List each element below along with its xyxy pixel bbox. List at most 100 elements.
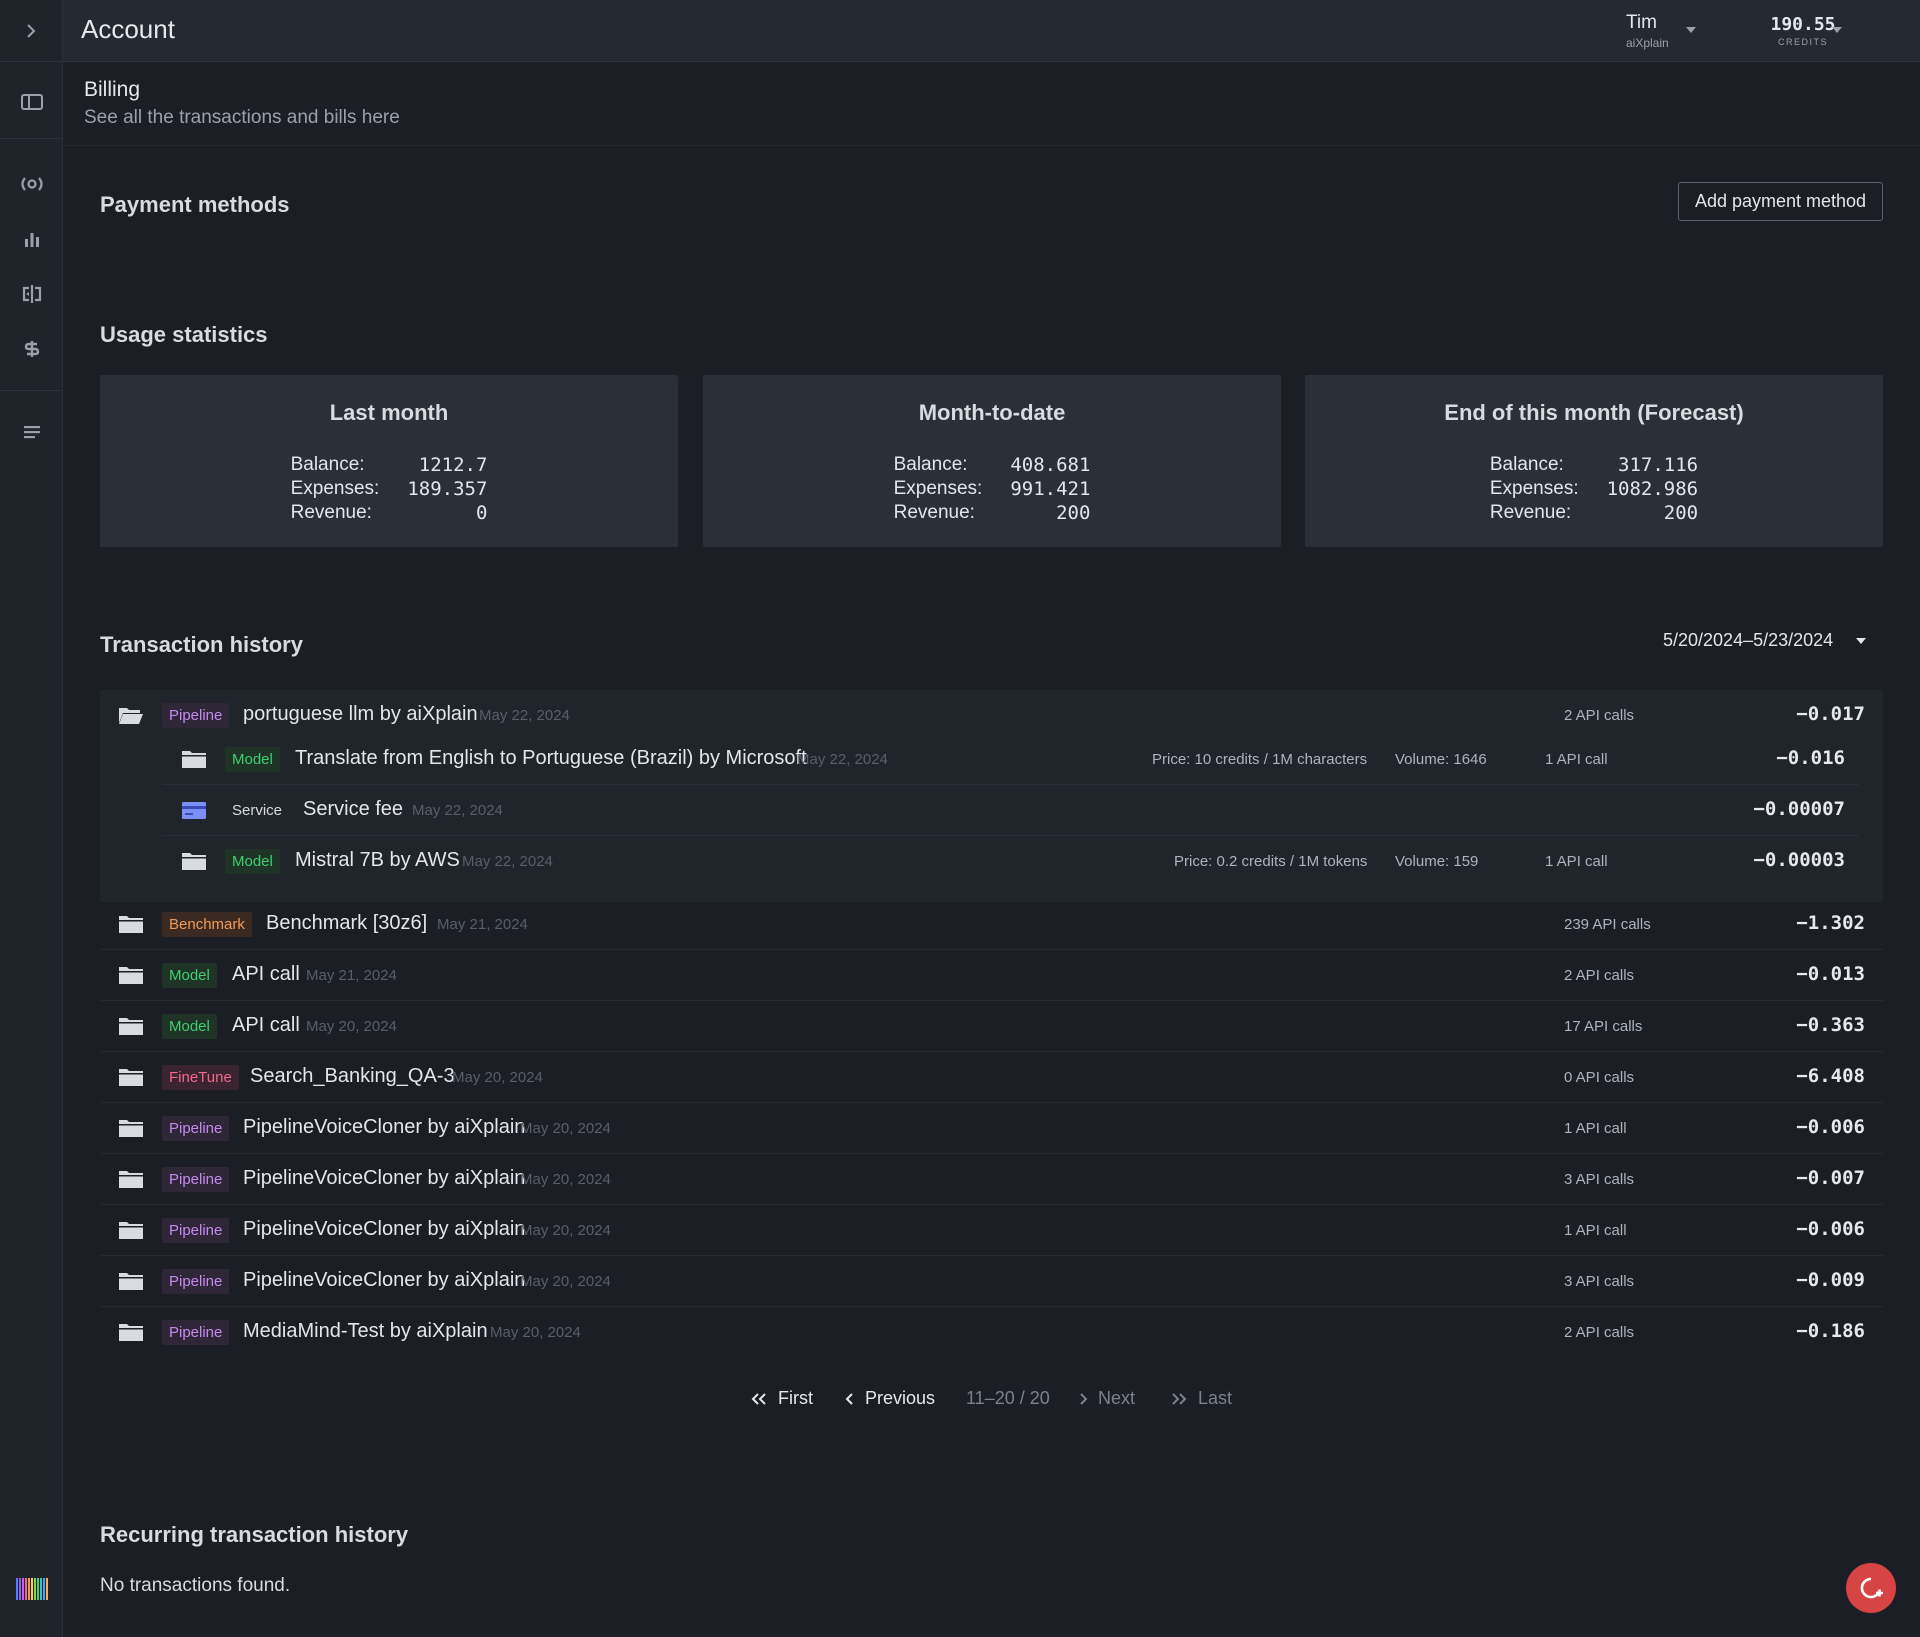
transaction-amount: −0.013: [1796, 963, 1865, 985]
api-calls: 2 API calls: [1564, 1324, 1635, 1341]
balance-value: 408.681: [1010, 454, 1091, 476]
revenue-label: Revenue:: [290, 502, 372, 523]
usage-card-forecast: End of this month (Forecast) Balance: 31…: [1305, 375, 1883, 547]
pagination-next-button[interactable]: Next: [1078, 1388, 1135, 1409]
transaction-name: PipelineVoiceCloner by aiXplain: [243, 1218, 526, 1240]
type-badge: Pipeline: [162, 1218, 230, 1243]
table-row-child[interactable]: Model Translate from English to Portugue…: [162, 734, 1859, 785]
table-row[interactable]: Pipeline PipelineVoiceCloner by aiXplain…: [100, 1103, 1883, 1154]
transaction-date: May 22, 2024: [797, 751, 888, 768]
card-title: Month-to-date: [918, 400, 1066, 425]
table-row[interactable]: Pipeline PipelineVoiceCloner by aiXplain…: [100, 1154, 1883, 1205]
sidebar-item-discover[interactable]: [0, 167, 63, 201]
type-badge: Model: [162, 1014, 217, 1039]
transaction-date: May 21, 2024: [306, 967, 397, 984]
chat-plus-icon: [1860, 1577, 1883, 1599]
date-range-picker[interactable]: 5/20/2024–5/23/2024: [1663, 630, 1833, 651]
folder-icon[interactable]: [181, 749, 207, 769]
type-badge: Pipeline: [162, 1167, 230, 1192]
folder-open-icon[interactable]: [118, 705, 144, 725]
panel-icon: [20, 94, 43, 110]
usage-card-month-to-date: Month-to-date Balance: 408.681 Expenses:…: [703, 375, 1281, 547]
user-menu-chevron-down-icon[interactable]: [1686, 27, 1696, 33]
folder-icon[interactable]: [181, 851, 207, 871]
revenue-label: Revenue:: [1489, 502, 1572, 523]
recurring-history-title: Recurring transaction history: [100, 1522, 409, 1547]
expenses-value: 189.357: [407, 478, 488, 500]
type-badge: FineTune: [162, 1065, 239, 1090]
transaction-date: May 20, 2024: [490, 1324, 581, 1341]
api-calls: 239 API calls: [1564, 916, 1651, 933]
user-menu[interactable]: Tim aiXplain: [1626, 12, 1726, 50]
credit-card-icon: [182, 802, 206, 819]
volume-info: Volume: 1646: [1395, 751, 1487, 768]
card-title: Last month: [329, 400, 449, 425]
type-badge: Pipeline: [162, 1116, 230, 1141]
pagination-previous-button[interactable]: Previous: [845, 1388, 935, 1409]
transaction-history-title: Transaction history: [100, 632, 303, 657]
folder-icon[interactable]: [118, 1322, 144, 1342]
table-row[interactable]: Pipeline MediaMind-Test by aiXplain May …: [100, 1307, 1883, 1358]
pagination-first-button[interactable]: First: [750, 1388, 813, 1409]
table-row-child[interactable]: Model Mistral 7B by AWS May 22, 2024 Pri…: [162, 836, 1859, 887]
transaction-date: May 22, 2024: [479, 707, 570, 724]
table-row[interactable]: Pipeline PipelineVoiceCloner by aiXplain…: [100, 1205, 1883, 1256]
sidebar-item-finetune[interactable]: [0, 277, 63, 311]
top-header: Account Tim aiXplain 190.55 CREDITS: [63, 0, 1920, 62]
folder-icon[interactable]: [118, 1220, 144, 1240]
transaction-date: May 20, 2024: [520, 1273, 611, 1290]
api-calls: 1 API call: [1545, 751, 1608, 768]
sidebar-expand-button[interactable]: [0, 0, 62, 62]
expenses-value: 1082.986: [1606, 478, 1699, 500]
transaction-name: PipelineVoiceCloner by aiXplain: [243, 1167, 526, 1189]
table-row[interactable]: Model API call May 21, 2024 2 API calls …: [100, 950, 1883, 1001]
table-row-child[interactable]: Service Service fee May 22, 2024 −0.0000…: [162, 785, 1859, 836]
sidebar-item-docs[interactable]: [0, 415, 63, 449]
sidebar-item-benchmark[interactable]: [0, 222, 63, 256]
expenses-value: 991.421: [1010, 478, 1091, 500]
folder-icon[interactable]: [118, 1016, 144, 1036]
balance-label: Balance:: [893, 454, 968, 475]
api-calls: 1 API call: [1564, 1120, 1627, 1137]
folder-icon[interactable]: [118, 1067, 144, 1087]
price-info: Price: 0.2 credits / 1M tokens: [1174, 853, 1368, 870]
table-row[interactable]: Pipeline PipelineVoiceCloner by aiXplain…: [100, 1256, 1883, 1307]
date-range-chevron-down-icon[interactable]: [1856, 638, 1866, 644]
type-badge: Pipeline: [162, 1269, 230, 1294]
transaction-date: May 21, 2024: [437, 916, 528, 933]
support-button[interactable]: [1846, 1563, 1896, 1613]
sidebar-item-billing[interactable]: [0, 332, 63, 366]
expenses-label: Expenses:: [893, 478, 983, 499]
bar-chart-icon: [24, 233, 39, 247]
chevron-right-icon: [1080, 1392, 1088, 1405]
folder-icon[interactable]: [118, 1169, 144, 1189]
transaction-amount: −0.00007: [1753, 798, 1845, 820]
pagination-last-button[interactable]: Last: [1170, 1388, 1232, 1409]
expenses-label: Expenses:: [1489, 478, 1579, 499]
split-icon: [22, 285, 41, 303]
credits-chevron-down-icon[interactable]: [1832, 27, 1842, 33]
transaction-amount: −0.007: [1796, 1167, 1865, 1189]
expenses-label: Expenses:: [290, 478, 380, 499]
balance-label: Balance:: [1489, 454, 1564, 475]
transaction-amount: −0.006: [1796, 1218, 1865, 1240]
type-badge: Pipeline: [162, 703, 230, 728]
api-calls: 1 API call: [1564, 1222, 1627, 1239]
sidebar-item-dashboard[interactable]: [0, 85, 63, 119]
revenue-value: 200: [1663, 502, 1699, 524]
empty-state-text: No transactions found.: [100, 1575, 291, 1596]
type-badge: Model: [225, 747, 280, 772]
folder-icon[interactable]: [118, 965, 144, 985]
transaction-name: API call: [232, 1014, 300, 1036]
folder-icon[interactable]: [118, 1118, 144, 1138]
folder-icon[interactable]: [118, 1271, 144, 1291]
table-row[interactable]: Benchmark Benchmark [30z6] May 21, 2024 …: [100, 899, 1883, 950]
broadcast-icon: [20, 177, 43, 191]
add-payment-method-button[interactable]: Add payment method: [1678, 182, 1883, 221]
table-row[interactable]: FineTune Search_Banking_QA-3 May 20, 202…: [100, 1052, 1883, 1103]
folder-icon[interactable]: [118, 914, 144, 934]
api-calls: 1 API call: [1545, 853, 1608, 870]
transaction-name: portuguese llm by aiXplain: [243, 703, 478, 725]
table-row[interactable]: Model API call May 20, 2024 17 API calls…: [100, 1001, 1883, 1052]
transaction-date: May 22, 2024: [462, 853, 553, 870]
